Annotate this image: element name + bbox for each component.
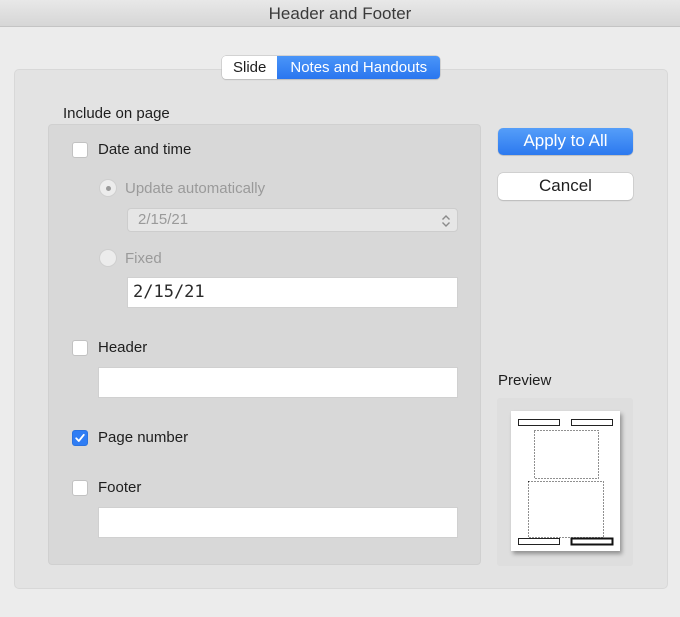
- preview-page: [511, 411, 620, 551]
- preview-header-left: [518, 419, 560, 426]
- preview-notes-area: [528, 481, 604, 538]
- page-number-checkbox[interactable]: [72, 429, 88, 446]
- page-number-label: Page number: [98, 429, 189, 446]
- date-time-row: Date and time: [72, 141, 191, 158]
- header-label: Header: [98, 339, 148, 356]
- header-input[interactable]: [98, 367, 458, 398]
- preview-label: Preview: [498, 372, 552, 389]
- page-number-row: Page number: [72, 429, 188, 446]
- footer-checkbox[interactable]: [72, 479, 88, 496]
- apply-to-all-button[interactable]: Apply to All: [498, 128, 633, 155]
- window-title: Header and Footer: [0, 0, 680, 27]
- date-format-select[interactable]: 2/15/21: [127, 208, 458, 232]
- preview-footer-left: [518, 538, 560, 545]
- preview-slide-area: [534, 430, 599, 479]
- tab-bar: Slide Notes and Handouts: [222, 56, 441, 79]
- page-layout-thumbnail: [518, 419, 614, 546]
- fixed-radio[interactable]: [99, 249, 117, 267]
- update-automatically-row: Update automatically: [99, 179, 265, 197]
- date-time-checkbox[interactable]: [72, 141, 88, 158]
- include-on-page-label: Include on page: [63, 105, 170, 122]
- footer-input[interactable]: [98, 507, 458, 538]
- chevron-up-down-icon: [441, 213, 451, 235]
- fixed-label: Fixed: [125, 249, 162, 267]
- fixed-row: Fixed: [99, 249, 162, 267]
- fixed-date-input[interactable]: 2/15/21: [127, 277, 458, 308]
- update-automatically-label: Update automatically: [125, 179, 266, 197]
- cancel-button[interactable]: Cancel: [498, 173, 633, 200]
- footer-label: Footer: [98, 479, 142, 496]
- tab-notes-and-handouts[interactable]: Notes and Handouts: [277, 56, 441, 79]
- checkmark-icon: [75, 433, 85, 442]
- header-row: Header: [72, 339, 147, 356]
- date-time-label: Date and time: [98, 141, 192, 158]
- header-checkbox[interactable]: [72, 339, 88, 356]
- date-format-value: 2/15/21: [138, 211, 189, 228]
- preview-page-number: [570, 537, 614, 546]
- tab-slide[interactable]: Slide: [222, 56, 278, 79]
- preview-header-right: [571, 419, 613, 426]
- footer-row: Footer: [72, 479, 141, 496]
- update-automatically-radio[interactable]: [99, 179, 117, 197]
